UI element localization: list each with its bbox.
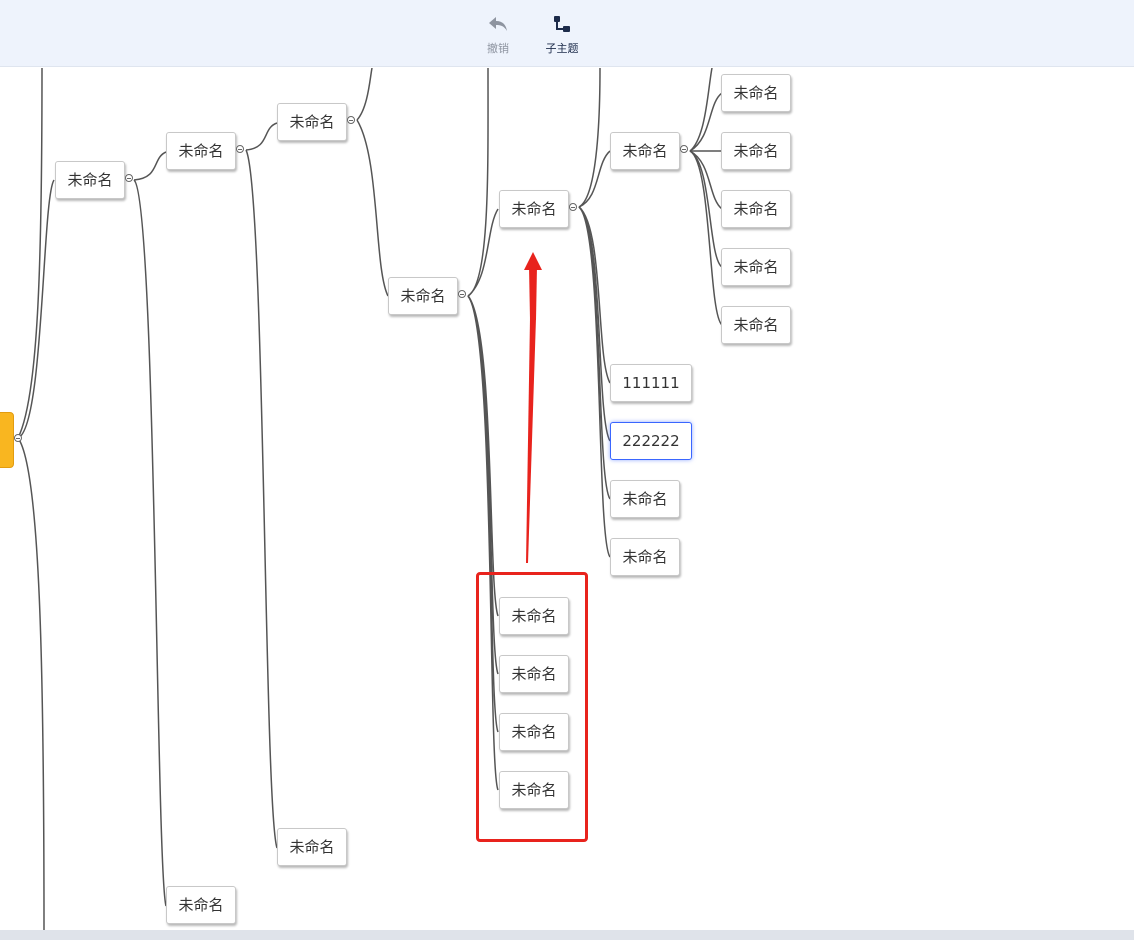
topic-node[interactable]: 未命名: [277, 828, 347, 866]
topic-node[interactable]: 未命名: [499, 190, 569, 228]
topic-node[interactable]: 未命名: [55, 161, 125, 199]
topic-node[interactable]: 未命名: [721, 190, 791, 228]
topic-node[interactable]: 未命名: [721, 306, 791, 344]
topic-node[interactable]: 未命名: [610, 480, 680, 518]
subtopic-tree-icon: [550, 12, 574, 36]
undo-button[interactable]: 撤销: [476, 12, 520, 56]
selected-topic-node[interactable]: 222222: [610, 422, 692, 460]
collapse-toggle[interactable]: [125, 174, 133, 182]
topic-node[interactable]: 未命名: [388, 277, 458, 315]
topic-node[interactable]: 未命名: [721, 74, 791, 112]
collapse-toggle[interactable]: [347, 116, 355, 124]
collapse-toggle[interactable]: [14, 434, 22, 442]
topic-node[interactable]: 未命名: [166, 132, 236, 170]
collapse-toggle[interactable]: [236, 145, 244, 153]
topic-node[interactable]: 111111: [610, 364, 692, 402]
mindmap-canvas[interactable]: 未命名 未命名 未命名 未命名 未命名 未命名 未命名 未命名 未命名 未命名 …: [0, 68, 1134, 930]
subtopic-button[interactable]: 子主题: [540, 12, 584, 56]
collapse-toggle[interactable]: [458, 290, 466, 298]
toolbar: 撤销 子主题: [0, 0, 1134, 67]
undo-label: 撤销: [487, 42, 509, 55]
topic-node[interactable]: 未命名: [277, 103, 347, 141]
undo-arrow-icon: [486, 12, 510, 36]
root-topic[interactable]: [0, 412, 14, 468]
annotation-highlight-box: [476, 572, 588, 842]
topic-node[interactable]: 未命名: [721, 248, 791, 286]
horizontal-scrollbar[interactable]: [0, 930, 1134, 940]
topic-node[interactable]: 未命名: [721, 132, 791, 170]
collapse-toggle[interactable]: [569, 203, 577, 211]
collapse-toggle[interactable]: [680, 145, 688, 153]
subtopic-label: 子主题: [545, 42, 579, 55]
topic-node[interactable]: 未命名: [610, 132, 680, 170]
topic-node[interactable]: 未命名: [610, 538, 680, 576]
topic-node[interactable]: 未命名: [166, 886, 236, 924]
